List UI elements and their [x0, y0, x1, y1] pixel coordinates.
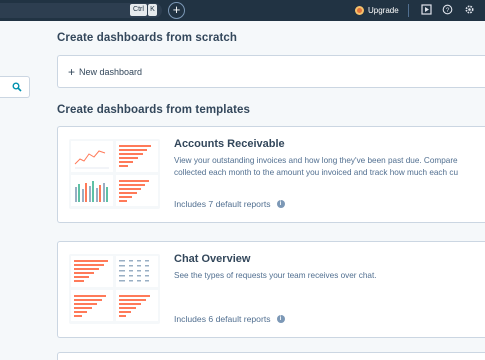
section-title-templates: Create dashboards from templates	[57, 104, 251, 116]
left-sidebar	[0, 21, 35, 360]
section-title-scratch: Create dashboards from scratch	[57, 32, 238, 44]
template-description-line-1: See the types of requests your team rece…	[174, 271, 377, 280]
upgrade-button[interactable]: Upgrade	[355, 4, 399, 17]
template-card-accounts-receivable[interactable]: Accounts Receivable View your outstandin…	[57, 126, 485, 223]
upgrade-icon	[355, 6, 364, 15]
template-reports-count: Includes 7 default reports i	[174, 199, 285, 209]
template-reports-count: Includes 6 default reports i	[174, 314, 285, 324]
template-thumbnail	[69, 254, 160, 324]
new-dashboard-button[interactable]: + New dashboard	[57, 55, 485, 88]
template-reports-label: Includes 6 default reports	[174, 314, 271, 324]
info-icon[interactable]: i	[276, 315, 285, 323]
new-dashboard-label: New dashboard	[79, 66, 143, 77]
upgrade-label: Upgrade	[368, 6, 399, 15]
template-description-line-1: View your outstanding invoices and how l…	[174, 156, 458, 165]
template-card-partial[interactable]	[57, 352, 485, 360]
marketplace-icon[interactable]	[420, 4, 432, 16]
shortcut-key-ctrl: Ctrl	[130, 4, 147, 16]
template-description-line-2: collected each month to the amount you i…	[174, 168, 458, 177]
sidebar-search-button[interactable]	[0, 76, 30, 98]
svg-text:?: ?	[445, 7, 449, 14]
shortcut-key-k: K	[148, 4, 157, 16]
help-icon[interactable]: ?	[441, 4, 453, 16]
template-card-chat-overview[interactable]: Chat Overview See the types of requests …	[57, 241, 485, 338]
template-thumbnail	[69, 139, 160, 209]
search-icon	[12, 82, 22, 92]
topbar-divider	[408, 4, 409, 17]
top-nav-bar: Ctrl K + Upgrade ?	[0, 0, 485, 21]
add-tab-button[interactable]: +	[168, 2, 185, 19]
info-icon[interactable]: i	[276, 200, 285, 208]
template-description: See the types of requests your team rece…	[174, 270, 485, 282]
template-title: Accounts Receivable	[174, 138, 285, 150]
plus-icon: +	[68, 64, 76, 79]
template-description: View your outstanding invoices and how l…	[174, 155, 485, 179]
settings-gear-icon[interactable]	[463, 4, 475, 16]
template-reports-label: Includes 7 default reports	[174, 199, 271, 209]
template-title: Chat Overview	[174, 253, 251, 265]
